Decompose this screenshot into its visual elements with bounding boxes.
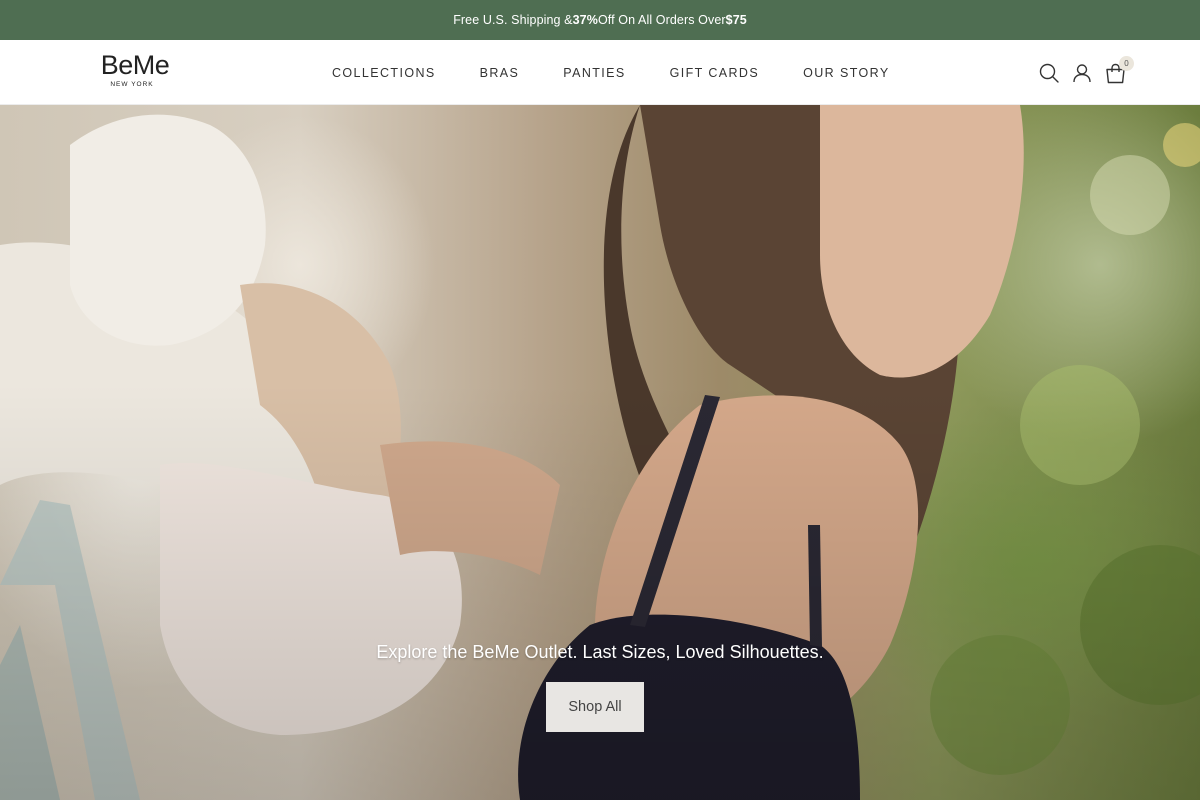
search-icon[interactable] [1038, 62, 1060, 84]
nav-item-collections[interactable]: COLLECTIONS [332, 66, 436, 80]
announcement-middle: Off On All Orders Over [597, 13, 726, 27]
hero-banner: Explore the BeMe Outlet. Last Sizes, Lov… [0, 105, 1200, 800]
main-nav: COLLECTIONS BRAS PANTIES GIFT CARDS OUR … [332, 40, 890, 105]
nav-item-gift-cards[interactable]: GIFT CARDS [670, 66, 759, 80]
brand-logo[interactable]: BeMe NEW YORK [90, 51, 180, 93]
site-header: BeMe NEW YORK COLLECTIONS BRAS PANTIES G… [0, 40, 1200, 105]
shopping-bag-icon[interactable]: 0 [1104, 56, 1134, 84]
cart-count-badge: 0 [1119, 56, 1134, 71]
hero-caption: Explore the BeMe Outlet. Last Sizes, Lov… [376, 642, 824, 662]
logo-wordmark: BeMe [100, 50, 170, 80]
nav-item-bras[interactable]: BRAS [480, 66, 520, 80]
announcement-discount: 37% [572, 13, 598, 27]
header-actions: 0 [1038, 56, 1134, 86]
announcement-bar: Free U.S. Shipping & 37% Off On All Orde… [0, 0, 1200, 40]
announcement-threshold: $75 [725, 13, 747, 27]
nav-item-our-story[interactable]: OUR STORY [803, 66, 889, 80]
shop-all-button[interactable]: Shop All [546, 682, 644, 732]
account-icon[interactable] [1071, 62, 1093, 84]
logo-tagline: NEW YORK [110, 81, 154, 88]
announcement-prefix: Free U.S. Shipping & [453, 13, 573, 27]
nav-item-panties[interactable]: PANTIES [563, 66, 625, 80]
